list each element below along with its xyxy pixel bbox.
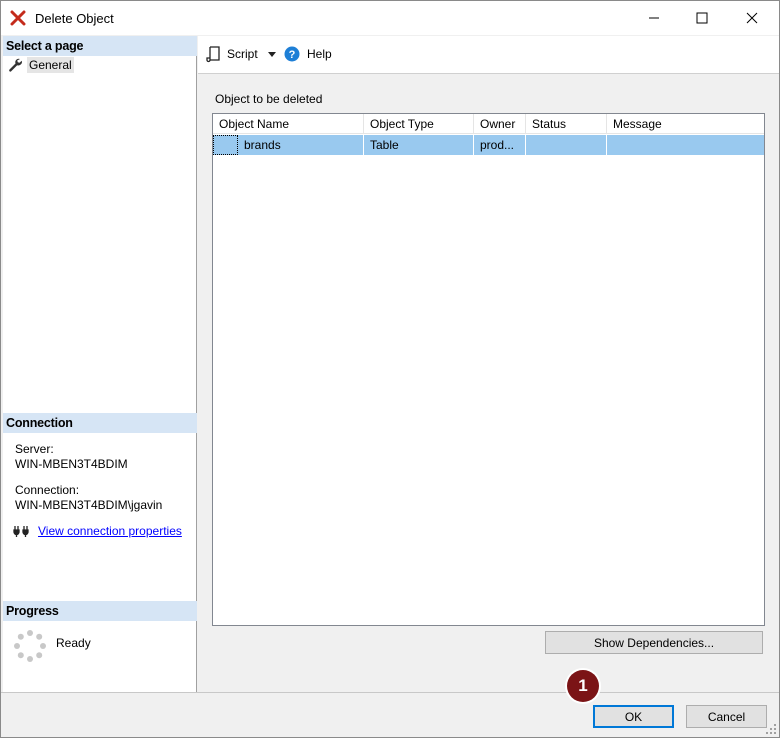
table-row[interactable]: brands Table prod...: [213, 135, 764, 155]
row-selector[interactable]: [213, 135, 238, 155]
select-page-header: Select a page: [3, 36, 197, 56]
help-button[interactable]: Help: [307, 47, 332, 61]
wrench-icon: [9, 58, 22, 72]
delete-object-dialog: Delete Object Select a page General Conn…: [0, 0, 780, 738]
column-header-owner[interactable]: Owner: [474, 114, 526, 134]
minimize-button[interactable]: [631, 1, 677, 35]
dialog-footer: OK Cancel: [1, 692, 779, 737]
show-dependencies-button[interactable]: Show Dependencies...: [545, 631, 763, 654]
red-x-delete-icon: [10, 10, 26, 26]
progress-status: Ready: [56, 636, 91, 650]
title-bar[interactable]: Delete Object: [1, 1, 779, 35]
progress-header: Progress: [3, 601, 197, 621]
annotation-marker: 1: [567, 670, 599, 702]
help-icon[interactable]: ?: [284, 46, 300, 62]
connection-label: Connection:: [15, 483, 80, 497]
svg-text:?: ?: [289, 49, 296, 61]
script-button[interactable]: Script: [227, 47, 258, 61]
connection-header: Connection: [3, 413, 197, 433]
column-header-status[interactable]: Status: [526, 114, 607, 134]
progress-spinner-icon: [14, 630, 46, 662]
left-pane: Select a page General Connection Server:…: [3, 36, 197, 692]
resize-grip-icon[interactable]: [765, 723, 777, 735]
cell-object-type: Table: [364, 135, 474, 155]
column-header-object-type[interactable]: Object Type: [364, 114, 474, 134]
objects-grid[interactable]: Object Name Object Type Owner Status Mes…: [212, 113, 765, 626]
toolbar: Script ? Help: [198, 36, 779, 74]
cell-owner: prod...: [474, 135, 526, 155]
cell-object-name: brands: [238, 135, 364, 155]
connection-plug-icon: [13, 526, 29, 537]
maximize-icon: [696, 12, 708, 24]
right-pane: Script ? Help Object to be deleted Objec…: [198, 36, 779, 692]
ok-button[interactable]: OK: [593, 705, 674, 728]
server-label: Server:: [15, 442, 54, 456]
window-title: Delete Object: [35, 11, 114, 26]
cell-status: [526, 135, 607, 155]
page-item-general[interactable]: General: [7, 56, 77, 74]
maximize-button[interactable]: [679, 1, 725, 35]
close-icon: [746, 12, 758, 24]
grid-header: Object Name Object Type Owner Status Mes…: [213, 114, 764, 134]
object-to-delete-label: Object to be deleted: [215, 92, 323, 106]
view-connection-properties-link[interactable]: View connection properties: [38, 524, 182, 538]
connection-value: WIN-MBEN3T4BDIM\jgavin: [15, 498, 163, 512]
page-item-label: General: [27, 57, 74, 73]
cancel-button[interactable]: Cancel: [686, 705, 767, 728]
minimize-icon: [649, 17, 659, 19]
close-button[interactable]: [729, 1, 775, 35]
cell-message: [607, 135, 764, 155]
server-value: WIN-MBEN3T4BDIM: [15, 457, 128, 471]
column-header-object-name[interactable]: Object Name: [213, 114, 364, 134]
column-header-message[interactable]: Message: [607, 114, 764, 134]
script-icon: [206, 46, 220, 63]
script-dropdown-arrow-icon[interactable]: [268, 52, 276, 58]
